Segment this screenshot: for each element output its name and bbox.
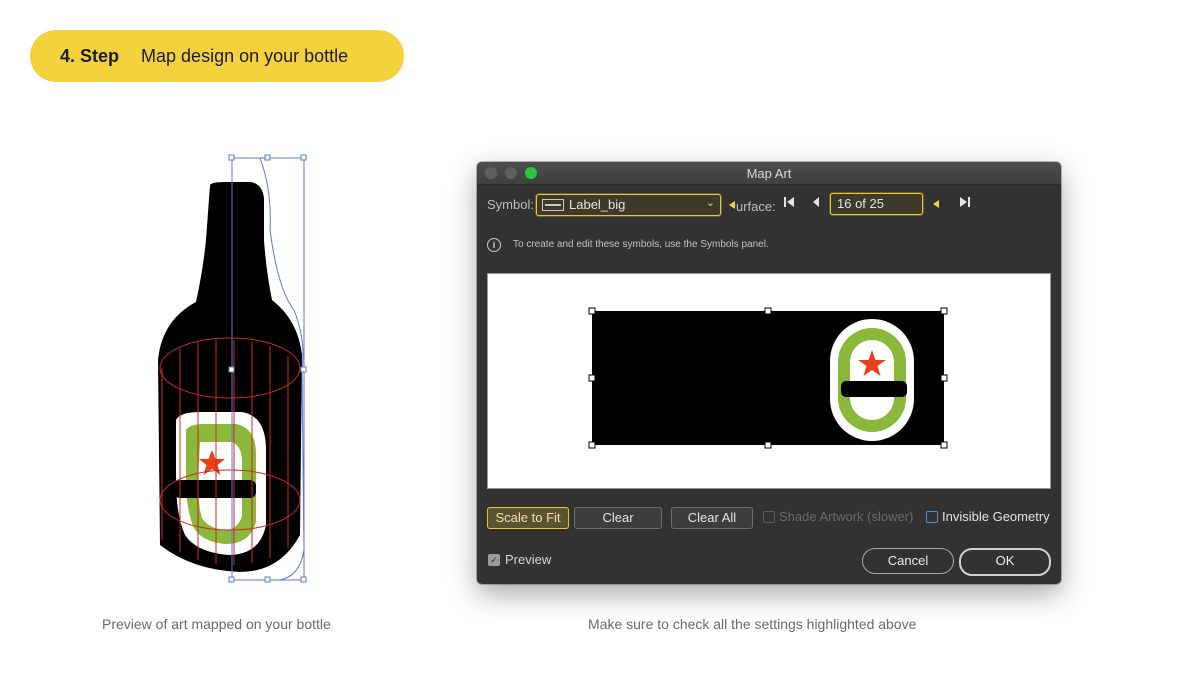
shade-artwork-label: Shade Artwork (slower): [779, 509, 914, 524]
caption-right: Make sure to check all the settings high…: [588, 616, 917, 632]
preview-label: Preview: [505, 552, 552, 567]
step-title: Map design on your bottle: [141, 45, 349, 66]
invisible-geometry-checkbox[interactable]: [926, 511, 938, 523]
shade-artwork-checkbox[interactable]: [763, 511, 775, 523]
symbol-preview[interactable]: [487, 273, 1051, 489]
chevron-down-icon: ⌄: [705, 197, 715, 209]
scale-to-fit-button[interactable]: Scale to Fit: [487, 507, 569, 529]
clear-button[interactable]: Clear: [574, 507, 662, 529]
badge-bar: [841, 381, 907, 397]
preview-checkbox[interactable]: ✓: [488, 554, 500, 566]
surface-counter[interactable]: 16 of 25: [830, 193, 923, 215]
previous-icon[interactable]: [808, 195, 824, 213]
bottle-illustration: [158, 154, 307, 583]
step-number: 4. Step: [60, 45, 120, 66]
symbol-artwork: [588, 307, 948, 449]
bottle-preview: [140, 150, 340, 590]
highlight-arrow-icon: [729, 201, 735, 209]
symbol-value: Label_big: [569, 197, 626, 212]
map-art-dialog: Map Art Symbol: Label_big ⌄ urface: 16 o…: [477, 162, 1061, 584]
caption-left: Preview of art mapped on your bottle: [102, 616, 331, 632]
ok-button[interactable]: OK: [959, 548, 1051, 576]
info-icon: i: [487, 238, 501, 252]
symbol-label: Symbol:: [487, 197, 534, 212]
clear-all-button[interactable]: Clear All: [671, 507, 753, 529]
surface-value: 16 of 25: [837, 196, 884, 211]
symbol-icon: [542, 199, 564, 211]
label-bar: [174, 480, 256, 498]
title-bar[interactable]: Map Art: [477, 162, 1061, 185]
symbol-dropdown[interactable]: Label_big ⌄: [536, 194, 721, 216]
info-text: To create and edit these symbols, use th…: [513, 239, 769, 250]
highlight-arrow-icon: [933, 200, 939, 208]
dialog-title: Map Art: [746, 166, 792, 181]
surface-label: urface:: [736, 199, 776, 214]
cancel-button[interactable]: Cancel: [862, 548, 954, 574]
step-banner: 4. Step Map design on your bottle: [30, 30, 404, 82]
first-icon[interactable]: [781, 195, 797, 213]
last-icon[interactable]: [957, 195, 973, 213]
invisible-geometry-label: Invisible Geometry: [942, 509, 1050, 524]
